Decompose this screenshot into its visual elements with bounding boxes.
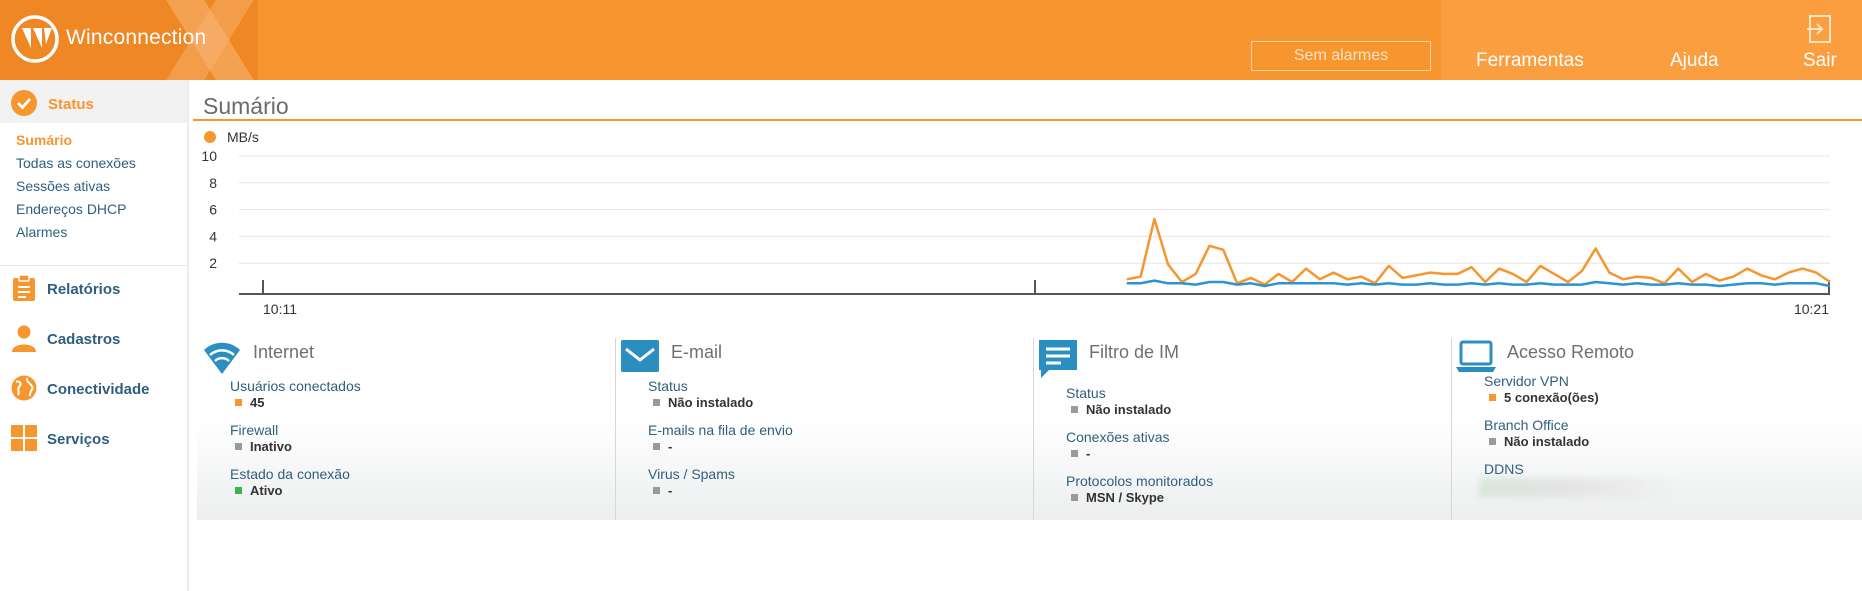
summary-panels: Internet Usuários conectados 45 Firewall… xyxy=(197,338,1862,520)
y-tick-label: 10 xyxy=(201,148,217,164)
field-label: Usuários conectados xyxy=(230,378,361,394)
sidebar-item-label: Status xyxy=(48,96,94,113)
field-label: E-mails na fila de envio xyxy=(648,422,793,438)
sidebar-subitem-todas-conexoes[interactable]: Todas as conexões xyxy=(16,155,136,171)
status-bullet xyxy=(1489,438,1496,445)
field-label: Servidor VPN xyxy=(1484,373,1569,389)
sidebar-item-label: Relatórios xyxy=(47,281,121,298)
status-bullet xyxy=(653,399,660,406)
sidebar-item-relatorios[interactable]: Relatórios xyxy=(10,274,185,304)
field-label: Virus / Spams xyxy=(648,466,735,482)
field-label: Branch Office xyxy=(1484,417,1569,433)
sidebar-item-servicos[interactable]: Serviços xyxy=(10,424,185,454)
ddns-value-blurred xyxy=(1479,478,1679,498)
sidebar-item-cadastros[interactable]: Cadastros xyxy=(10,324,185,354)
panel-email: E-mail Status Não instalado E-mails na f… xyxy=(615,338,1033,520)
sidebar-subitem-sessoes-ativas[interactable]: Sessões ativas xyxy=(16,178,110,194)
panel-filtro-im: Filtro de IM Status Não instalado Conexõ… xyxy=(1033,338,1451,520)
y-tick-label: 8 xyxy=(209,175,217,191)
status-bullet xyxy=(1489,394,1496,401)
legend-label: MB/s xyxy=(227,129,259,145)
title-underline xyxy=(193,119,1862,121)
sidebar: Status Sumário Todas as conexões Sessões… xyxy=(0,80,189,591)
field-value: MSN / Skype xyxy=(1086,490,1165,505)
field-label: Conexões ativas xyxy=(1066,429,1170,445)
status-bullet xyxy=(653,443,660,450)
field-value: - xyxy=(1086,446,1091,461)
legend-swatch xyxy=(204,131,216,143)
field-value: Não instalado xyxy=(1086,402,1172,417)
field-value: - xyxy=(668,483,673,498)
field-value: 5 conexão(ões) xyxy=(1504,390,1599,405)
check-circle-icon xyxy=(11,90,37,116)
x-tick-label: 10:11 xyxy=(263,301,297,317)
envelope-icon xyxy=(621,340,659,372)
sidebar-item-label: Conectividade xyxy=(47,381,150,398)
sidebar-subitem-sumario[interactable]: Sumário xyxy=(16,132,72,148)
y-tick-label: 6 xyxy=(209,202,217,218)
bandwidth-chart: 10 8 6 4 2 10:11 10:21 xyxy=(201,148,1831,317)
field-value: Ativo xyxy=(250,483,283,498)
status-bullet xyxy=(653,487,660,494)
sidebar-item-label: Cadastros xyxy=(47,331,121,348)
nav-ferramentas[interactable]: Ferramentas xyxy=(1476,50,1584,72)
alarm-status-box[interactable]: Sem alarmes xyxy=(1251,41,1431,71)
field-label: Protocolos monitorados xyxy=(1066,473,1214,489)
globe-icon xyxy=(11,375,37,401)
field-label: Status xyxy=(1066,385,1106,401)
field-label: DDNS xyxy=(1484,461,1524,477)
status-bullet xyxy=(1071,450,1078,457)
x-tick-label: 10:21 xyxy=(1794,301,1829,317)
status-bullet xyxy=(235,487,242,494)
panel-internet: Internet Usuários conectados 45 Firewall… xyxy=(197,338,615,520)
series-line-blue xyxy=(1126,279,1831,288)
top-header: Winconnection Sem alarmes Ferramentas Aj… xyxy=(0,0,1862,80)
status-bullet xyxy=(1071,494,1078,501)
user-icon xyxy=(12,325,36,352)
clipboard-icon xyxy=(13,274,35,301)
field-value: - xyxy=(668,439,673,454)
sidebar-subitem-enderecos-dhcp[interactable]: Endereços DHCP xyxy=(16,201,127,217)
brand-name: Winconnection xyxy=(66,26,207,49)
nav-ajuda[interactable]: Ajuda xyxy=(1670,50,1719,72)
sidebar-item-label: Serviços xyxy=(47,431,110,448)
sidebar-subitem-alarmes[interactable]: Alarmes xyxy=(16,224,67,240)
sidebar-item-conectividade[interactable]: Conectividade xyxy=(10,374,185,404)
field-label: Status xyxy=(648,378,688,394)
status-bullet xyxy=(235,443,242,450)
panel-acesso-remoto: Acesso Remoto Servidor VPN 5 conexão(ões… xyxy=(1451,338,1862,520)
sidebar-divider xyxy=(0,265,187,266)
series-line-orange xyxy=(1126,217,1831,286)
field-label: Firewall xyxy=(230,422,279,438)
y-tick-label: 4 xyxy=(209,228,217,244)
status-bullet xyxy=(1071,406,1078,413)
status-bullet xyxy=(235,399,242,406)
winconnection-logo-icon xyxy=(11,15,59,63)
panel-title: Internet xyxy=(253,342,315,362)
field-value: Não instalado xyxy=(1504,434,1590,449)
chat-icon xyxy=(1039,340,1077,378)
nav-sair[interactable]: Sair xyxy=(1803,50,1837,72)
field-value: Inativo xyxy=(250,439,292,454)
page-title: Sumário xyxy=(203,93,289,119)
field-label: Estado da conexão xyxy=(230,466,350,482)
field-value: 45 xyxy=(250,395,265,410)
y-tick-label: 2 xyxy=(209,255,217,271)
panel-title: E-mail xyxy=(671,342,723,362)
wifi-icon xyxy=(204,342,240,374)
grid-icon xyxy=(11,425,37,451)
panel-title: Filtro de IM xyxy=(1089,342,1180,362)
field-value: Não instalado xyxy=(668,395,754,410)
panel-title: Acesso Remoto xyxy=(1507,342,1635,362)
sidebar-item-status[interactable]: Status xyxy=(0,80,187,123)
exit-icon[interactable] xyxy=(1806,14,1834,44)
